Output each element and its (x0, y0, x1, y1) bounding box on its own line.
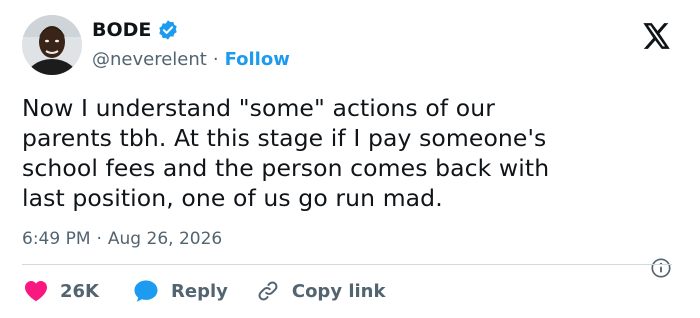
link-icon (256, 279, 280, 303)
like-count: 26K (60, 280, 99, 302)
heart-icon (24, 280, 48, 302)
reply-button[interactable]: Reply (133, 279, 228, 303)
reply-bubble-icon (133, 279, 159, 303)
tweet-text-line: Now I understand "some" actions of our (22, 94, 495, 122)
divider (22, 264, 672, 265)
tweet-text-line: parents tbh. At this stage if I pay some… (22, 124, 547, 152)
info-icon[interactable] (650, 257, 672, 279)
verified-badge-icon (157, 19, 179, 41)
tweet-time[interactable]: 6:49 PM (22, 229, 91, 249)
tweet-text: Now I understand "some" actions of our p… (22, 93, 672, 213)
timestamp-separator: · (96, 229, 102, 249)
tweet-timestamp: 6:49 PM · Aug 26, 2026 (22, 229, 222, 249)
tweet-actions: 26K Reply Copy link (24, 277, 385, 305)
author-handle-row: @neverelent · Follow (92, 49, 290, 70)
copy-link-button[interactable]: Copy link (256, 279, 386, 303)
tweet-date[interactable]: Aug 26, 2026 (108, 229, 222, 249)
x-logo-icon[interactable] (643, 23, 671, 49)
tweet-text-line: school fees and the person comes back wi… (22, 154, 550, 182)
like-button[interactable]: 26K (24, 280, 99, 302)
author-name-row: BODE (92, 19, 179, 41)
tweet-card: BODE @neverelent · Follow Now I understa… (0, 0, 700, 318)
tweet-text-line: last position, one of us go run mad. (22, 184, 443, 212)
author-name[interactable]: BODE (92, 19, 151, 41)
avatar-image (22, 15, 82, 75)
copy-link-label: Copy link (291, 280, 386, 302)
follow-button[interactable]: Follow (225, 49, 290, 70)
author-handle[interactable]: @neverelent (92, 49, 207, 70)
handle-separator: · (212, 49, 219, 70)
avatar[interactable] (22, 15, 82, 75)
reply-label: Reply (171, 280, 228, 302)
